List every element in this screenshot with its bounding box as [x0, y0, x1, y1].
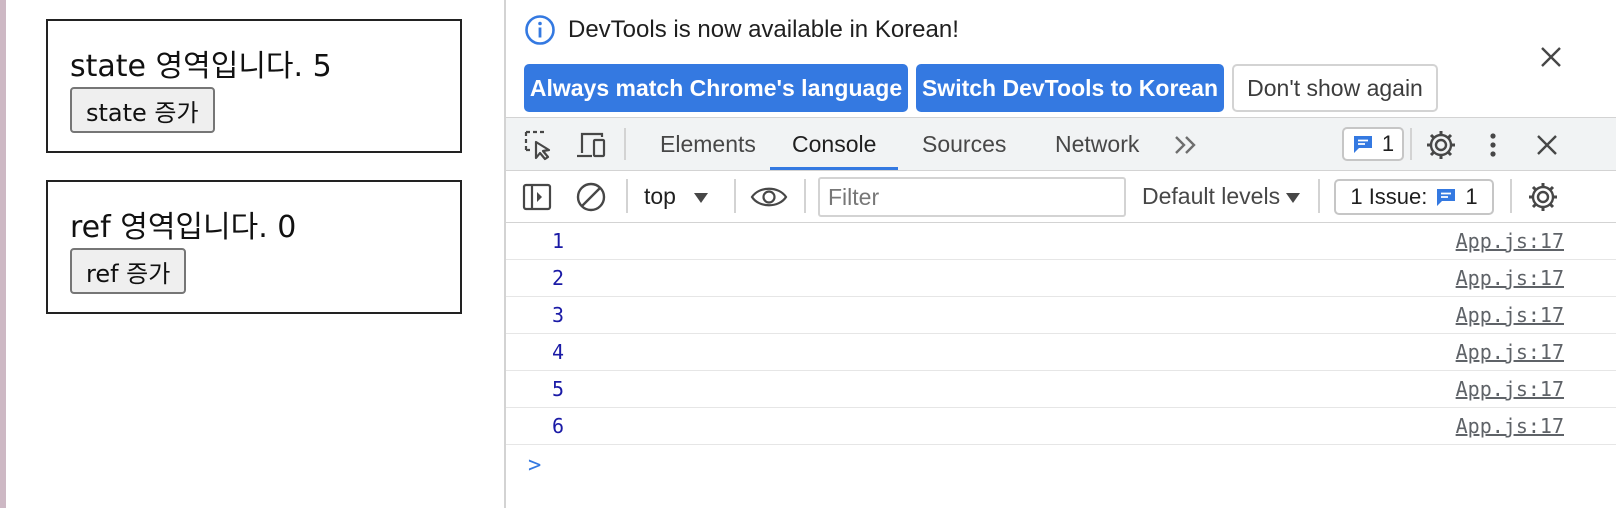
separator	[626, 179, 628, 213]
log-source-link[interactable]: App.js:17	[1456, 377, 1564, 401]
console-log-row: 3 App.js:17	[506, 297, 1616, 334]
console-output: 1 App.js:17 2 App.js:17 3 App.js:17 4 Ap…	[506, 223, 1616, 485]
separator	[1410, 128, 1412, 160]
context-selector[interactable]: top	[644, 183, 708, 210]
console-log-row: 6 App.js:17	[506, 408, 1616, 445]
dropdown-arrow-icon	[693, 192, 708, 203]
message-icon	[1352, 134, 1374, 154]
separator	[734, 179, 736, 213]
log-value: 3	[552, 303, 565, 327]
log-value: 2	[552, 266, 565, 290]
separator	[1318, 179, 1320, 213]
console-settings-gear-icon[interactable]	[1526, 180, 1560, 214]
prompt-caret-icon: >	[528, 453, 542, 478]
separator	[804, 179, 806, 213]
info-icon	[524, 14, 556, 46]
context-label: top	[644, 183, 676, 209]
console-toolbar: top Default levels 1 Issue: 1	[506, 171, 1616, 223]
state-text: state 영역입니다. 5	[70, 49, 332, 84]
log-value: 1	[552, 229, 565, 253]
state-section: state 영역입니다. 5 state 증가	[46, 19, 462, 153]
separator	[1510, 179, 1512, 213]
log-source-link[interactable]: App.js:17	[1456, 266, 1564, 290]
switch-language-button[interactable]: Switch DevTools to Korean	[916, 64, 1224, 112]
language-banner: DevTools is now available in Korean! Alw…	[506, 0, 1616, 117]
console-prompt[interactable]: >	[506, 445, 1616, 485]
log-source-link[interactable]: App.js:17	[1456, 303, 1564, 327]
live-expression-eye-icon[interactable]	[750, 180, 788, 214]
issues-button[interactable]: 1 Issue: 1	[1334, 179, 1494, 215]
issues-count: 1	[1465, 184, 1478, 209]
log-source-link[interactable]: App.js:17	[1456, 414, 1564, 438]
log-source-link[interactable]: App.js:17	[1456, 340, 1564, 364]
messages-count: 1	[1381, 131, 1395, 156]
separator	[624, 128, 626, 160]
dont-show-again-button[interactable]: Don't show again	[1232, 64, 1438, 112]
more-options-icon[interactable]	[1476, 128, 1510, 162]
tab-console[interactable]: Console	[770, 118, 899, 170]
state-increase-button[interactable]: state 증가	[70, 87, 215, 133]
console-log-row: 5 App.js:17	[506, 371, 1616, 408]
ref-text: ref 영역입니다. 0	[70, 210, 297, 245]
message-icon	[1435, 187, 1457, 207]
app-preview: state 영역입니다. 5 state 증가 ref 영역입니다. 0 ref…	[6, 0, 504, 508]
log-source-link[interactable]: App.js:17	[1456, 229, 1564, 253]
match-language-button[interactable]: Always match Chrome's language	[524, 64, 908, 112]
log-value: 6	[552, 414, 565, 438]
ref-section: ref 영역입니다. 0 ref 증가	[46, 180, 462, 314]
log-value: 5	[552, 377, 565, 401]
inspect-element-icon[interactable]	[522, 128, 556, 162]
settings-gear-icon[interactable]	[1424, 128, 1458, 162]
clear-console-icon[interactable]	[574, 180, 608, 214]
banner-close-icon[interactable]	[1536, 42, 1566, 72]
issues-label: 1 Issue:	[1350, 184, 1428, 209]
sidebar-toggle-icon[interactable]	[520, 180, 554, 214]
banner-message: DevTools is now available in Korean!	[568, 16, 959, 43]
log-levels-label: Default levels	[1142, 183, 1281, 209]
close-devtools-icon[interactable]	[1530, 128, 1564, 162]
console-log-row: 2 App.js:17	[506, 260, 1616, 297]
ref-increase-button[interactable]: ref 증가	[70, 248, 187, 294]
tab-network[interactable]: Network	[1033, 118, 1161, 170]
console-log-row: 4 App.js:17	[506, 334, 1616, 371]
messages-badge[interactable]: 1	[1342, 127, 1404, 161]
console-log-row: 1 App.js:17	[506, 223, 1616, 260]
log-value: 4	[552, 340, 565, 364]
dropdown-arrow-icon	[1286, 192, 1301, 203]
tab-elements[interactable]: Elements	[638, 118, 778, 170]
devtools-panel: DevTools is now available in Korean! Alw…	[504, 0, 1616, 508]
more-tabs-icon[interactable]	[1170, 128, 1204, 162]
device-toolbar-icon[interactable]	[574, 128, 608, 162]
log-levels-dropdown[interactable]: Default levels	[1142, 183, 1301, 210]
main-tab-bar: Elements Console Sources Network 1	[506, 117, 1616, 171]
filter-input[interactable]	[818, 177, 1126, 217]
tab-sources[interactable]: Sources	[900, 118, 1028, 170]
